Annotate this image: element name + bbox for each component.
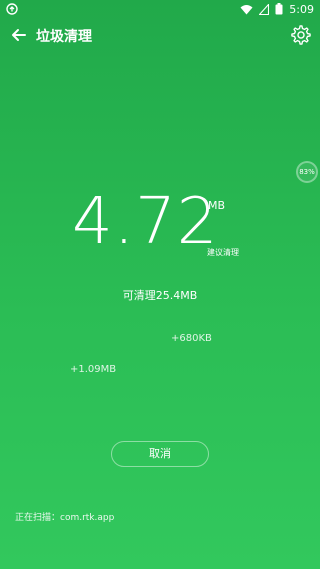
battery-icon bbox=[275, 3, 283, 15]
junk-size-value: 4.72 bbox=[72, 185, 219, 259]
floating-size-item: +1.09MB bbox=[70, 364, 117, 375]
status-icons: 5:09 bbox=[240, 2, 314, 16]
junk-size-unit: MB bbox=[208, 199, 226, 212]
app-bar: 垃圾清理 bbox=[0, 18, 320, 54]
gear-icon[interactable] bbox=[290, 24, 312, 46]
suggest-clean-label: 建议清理 bbox=[207, 248, 239, 257]
signal-icon bbox=[259, 3, 270, 15]
cancel-button[interactable]: 取消 bbox=[111, 441, 209, 467]
back-arrow-icon[interactable] bbox=[8, 24, 30, 46]
progress-badge[interactable]: 83% bbox=[296, 161, 318, 183]
cleanable-size-text: 可清理25.4MB bbox=[122, 289, 198, 302]
floating-size-item: +680KB bbox=[171, 333, 212, 344]
scan-status-text: 正在扫描：com.rtk.app bbox=[15, 513, 115, 523]
page-title: 垃圾清理 bbox=[36, 29, 92, 45]
notification-icon bbox=[6, 3, 18, 15]
status-bar: 5:09 bbox=[0, 0, 320, 18]
status-time: 5:09 bbox=[289, 2, 314, 16]
wifi-icon bbox=[240, 4, 253, 14]
